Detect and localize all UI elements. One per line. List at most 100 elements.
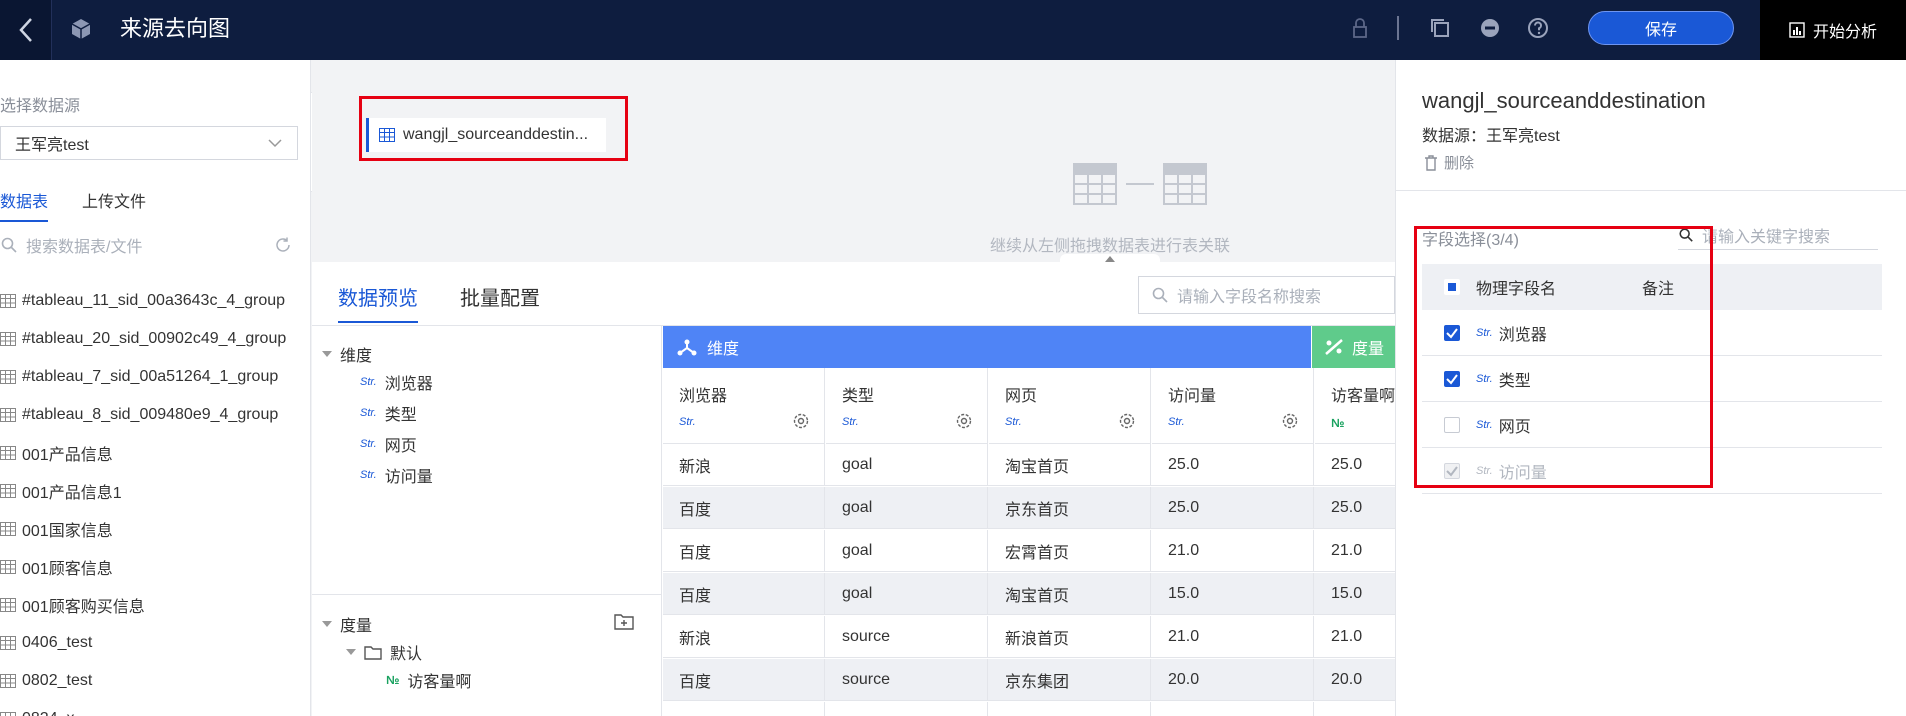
add-folder-icon[interactable]: [614, 612, 634, 630]
page-title: 来源去向图: [120, 16, 231, 41]
dimension-group-label: 维度: [340, 348, 373, 365]
gear-icon[interactable]: [1281, 412, 1299, 430]
canvas-table-node[interactable]: wangjl_sourceanddestin...: [366, 118, 606, 152]
string-type-tag: Str.: [360, 438, 377, 450]
table-search[interactable]: 搜索数据表/文件: [0, 232, 298, 258]
minus-circle-icon[interactable]: [1476, 14, 1504, 42]
measure-group-label: 度量: [340, 618, 373, 635]
table-list-item[interactable]: 001顾客购买信息: [0, 586, 310, 624]
copy-icon[interactable]: [1426, 14, 1454, 42]
table-cell: source: [826, 659, 988, 701]
column-name: 类型: [842, 388, 875, 405]
tab-upload[interactable]: 上传文件: [82, 188, 146, 222]
dimension-group[interactable]: 维度: [322, 342, 372, 366]
table-icon: [0, 446, 16, 460]
table-list-item[interactable]: #tableau_7_sid_00a51264_1_group: [0, 358, 310, 396]
table-list-item[interactable]: 0824_x: [0, 700, 310, 716]
dimension-field[interactable]: Str. 类型: [360, 401, 417, 425]
column-header[interactable]: 访客量啊 №: [1315, 368, 1395, 444]
bar-chart-icon: [1789, 22, 1805, 38]
field-search-input[interactable]: 请输入字段名称搜索: [1138, 276, 1395, 314]
header-divider: [1397, 16, 1399, 40]
gear-icon[interactable]: [955, 412, 973, 430]
save-button[interactable]: 保存: [1588, 11, 1734, 45]
table-row: 新浪 goal 淘宝首页 25.0 25.0: [663, 444, 1395, 486]
start-analysis-button[interactable]: 开始分析: [1760, 0, 1906, 60]
source-tabs: 数据表 上传文件: [0, 188, 146, 222]
table-icon: [0, 636, 16, 650]
lock-icon[interactable]: [1346, 14, 1374, 42]
table-list-item-label: 001产品信息1: [22, 485, 122, 502]
search-icon: [1152, 287, 1168, 303]
column-header[interactable]: 浏览器 Str.: [663, 368, 825, 444]
datasource-select[interactable]: 王军亮test: [0, 126, 298, 160]
back-button[interactable]: [0, 0, 52, 60]
string-type-tag: Str.: [360, 407, 377, 419]
table-list-item[interactable]: 001国家信息: [0, 510, 310, 548]
delete-button[interactable]: 删除: [1424, 152, 1474, 173]
table-cell: goal: [826, 487, 988, 529]
table-list-item[interactable]: 0802_test: [0, 662, 310, 700]
table-cell: 宏霄集团: [989, 702, 1151, 716]
dimension-field-label: 网页: [384, 438, 417, 455]
table-list-item[interactable]: 001产品信息: [0, 434, 310, 472]
dimension-header: 维度: [663, 326, 1311, 368]
dimension-field[interactable]: Str. 网页: [360, 432, 417, 456]
table-cell: 25.0: [1152, 487, 1314, 529]
table-cell: 24.0: [1315, 702, 1395, 716]
table-row: 百度 goal 淘宝首页 15.0 15.0: [663, 573, 1395, 615]
column-header[interactable]: 类型 Str.: [826, 368, 988, 444]
table-datasource: 数据源：王军亮test: [1422, 128, 1560, 145]
divider: [1396, 190, 1906, 191]
gear-icon[interactable]: [792, 412, 810, 430]
table-cell: 24.0: [1152, 702, 1314, 716]
keyword-search-placeholder: 请输入关键字搜索: [1702, 228, 1831, 246]
column-name: 访客量啊: [1331, 388, 1395, 405]
default-folder[interactable]: 默认: [346, 640, 422, 664]
category-header-row: 维度 度量: [663, 326, 1395, 368]
table-list-item[interactable]: #tableau_11_sid_00a3643c_4_group: [0, 282, 310, 320]
table-icon: [0, 484, 16, 498]
column-type-tag: Str.: [842, 416, 859, 428]
field-tree: 维度 Str. 浏览器 Str. 类型 Str. 网页 Str. 访问量 度量 默认 № 访客量…: [312, 326, 662, 716]
string-type-tag: Str.: [360, 469, 377, 481]
delete-label: 删除: [1444, 155, 1475, 172]
table-icon: [0, 674, 16, 688]
folder-icon: [364, 645, 382, 660]
table-icon: [0, 408, 16, 422]
table-cell: 新浪首页: [989, 616, 1151, 658]
table-list-item-label: 001国家信息: [22, 523, 113, 540]
column-type-tag: Str.: [1168, 416, 1185, 428]
column-header[interactable]: 访问量 Str.: [1152, 368, 1314, 444]
caret-down-icon: [346, 649, 356, 655]
column-header[interactable]: 网页 Str.: [989, 368, 1151, 444]
app-header: 来源去向图 保存 开始分析: [0, 0, 1906, 60]
table-cell: 21.0: [1315, 616, 1395, 658]
tab-tables[interactable]: 数据表: [0, 188, 49, 222]
dimension-icon: [677, 339, 697, 356]
tab-data-preview[interactable]: 数据预览: [338, 282, 418, 323]
table-list-item-label: 0406_test: [22, 634, 93, 651]
measure-field[interactable]: № 访客量啊: [386, 668, 471, 692]
measure-group[interactable]: 度量: [322, 612, 372, 636]
table-list-item[interactable]: #tableau_20_sid_00902c49_4_group: [0, 320, 310, 358]
table-list-item[interactable]: 001产品信息1: [0, 472, 310, 510]
tab-batch-config[interactable]: 批量配置: [460, 282, 540, 323]
table-cell: 京东首页: [989, 487, 1151, 529]
dimension-field[interactable]: Str. 浏览器: [360, 370, 433, 394]
gear-icon[interactable]: [1118, 412, 1136, 430]
table-list-item[interactable]: #tableau_8_sid_009480e9_4_group: [0, 396, 310, 434]
table-list-item[interactable]: 001顾客信息: [0, 548, 310, 586]
default-folder-label: 默认: [390, 646, 423, 663]
number-type-tag: №: [386, 673, 400, 687]
table-cell: 新浪: [663, 616, 825, 658]
measure-field-label: 访客量啊: [407, 674, 472, 691]
table-icon: [0, 332, 16, 346]
table-list-item[interactable]: 0406_test: [0, 624, 310, 662]
table-cell: 京东集团: [989, 659, 1151, 701]
table-cell: source: [826, 702, 988, 716]
table-cell: 21.0: [1315, 530, 1395, 572]
dimension-field[interactable]: Str. 访问量: [360, 463, 433, 487]
help-icon[interactable]: [1524, 14, 1552, 42]
table-row: 百度 goal 京东首页 25.0 25.0: [663, 487, 1395, 529]
